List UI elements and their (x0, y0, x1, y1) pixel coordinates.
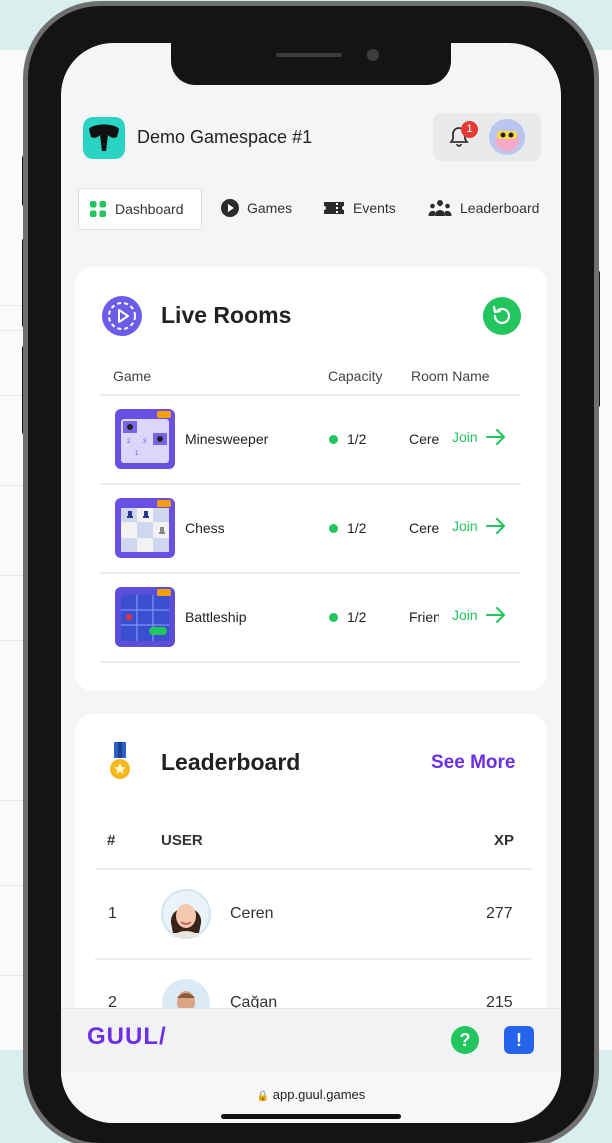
user-avatar[interactable] (489, 119, 525, 155)
lock-icon: 🔒 (256, 1091, 270, 1102)
notification-badge: 1 (461, 121, 478, 138)
row-divider (101, 394, 521, 396)
column-header-game: Game (113, 368, 152, 384)
gamespace-logo (83, 117, 125, 159)
column-header-xp: XP (494, 832, 515, 849)
play-icon (221, 199, 239, 217)
room-name: Frien (409, 609, 439, 625)
row-divider (101, 572, 521, 574)
background-divider (0, 640, 30, 641)
column-header-rank: # (107, 832, 116, 849)
url-label: app.guul.games (272, 1087, 366, 1102)
gamespace-title: Demo Gamespace #1 (137, 127, 313, 147)
leaderboard-card: Leaderboard See More # USER XP 1 Ceren 2… (75, 714, 547, 1044)
status-dot (329, 613, 338, 622)
room-name: Cere (409, 520, 439, 536)
help-icon[interactable]: ? (451, 1026, 479, 1054)
row-divider (95, 958, 531, 960)
capacity-value: 1/2 (347, 431, 367, 447)
join-button[interactable]: Join (452, 429, 506, 445)
browser-url-bar: 🔒 app.guul.games (61, 1072, 561, 1123)
game-name: Battleship (185, 609, 247, 625)
url-text[interactable]: 🔒 app.guul.games (61, 1087, 561, 1102)
rank-value: 1 (108, 905, 117, 922)
refresh-icon[interactable] (483, 297, 521, 335)
header-actions: 1 (433, 113, 541, 161)
leaderboard-title: Leaderboard (161, 749, 301, 775)
game-name: Chess (185, 520, 225, 536)
avatar (161, 889, 211, 939)
tab-label: Leaderboard (460, 200, 540, 216)
background-divider (0, 885, 30, 886)
tab-events[interactable]: Events (323, 188, 396, 228)
live-rooms-title: Live Rooms (161, 302, 292, 328)
capacity-value: 1/2 (347, 609, 367, 625)
battleship-thumbnail (115, 587, 175, 647)
join-label: Join (452, 607, 478, 623)
row-divider (101, 483, 521, 485)
column-header-capacity: Capacity (328, 368, 383, 384)
arrow-right-icon (485, 518, 505, 534)
status-dot (329, 435, 338, 444)
background-divider (0, 800, 30, 801)
arrow-right-icon (485, 607, 505, 623)
phone-frame: Demo Gamespace #1 1 Dashboard Games Even… (28, 6, 594, 1143)
background-divider (0, 575, 30, 576)
grid-icon (90, 201, 106, 217)
background-divider (0, 485, 30, 486)
tab-games[interactable]: Games (221, 188, 292, 228)
join-label: Join (452, 429, 478, 445)
speaker-grille (276, 53, 342, 57)
game-name: Minesweeper (185, 431, 269, 447)
join-button[interactable]: Join (452, 607, 506, 623)
tab-label: Games (247, 200, 293, 216)
feedback-icon[interactable]: ! (504, 1026, 534, 1054)
live-rooms-card: Live Rooms Game Capacity Room Name 231 M… (75, 267, 547, 691)
row-divider (101, 661, 521, 663)
medal-icon (110, 742, 130, 779)
users-icon (428, 200, 452, 216)
nav-tabs: Dashboard Games Events Leaderboard (61, 183, 561, 233)
chess-thumbnail (115, 498, 175, 558)
capacity-value: 1/2 (347, 520, 367, 536)
arrow-right-icon (485, 429, 505, 445)
join-button[interactable]: Join (452, 518, 506, 534)
guul-logo[interactable]: GUUL/ (87, 1023, 167, 1051)
background-divider (0, 330, 30, 331)
see-more-link[interactable]: See More (431, 752, 515, 774)
user-name: Ceren (230, 905, 274, 922)
front-camera (367, 49, 379, 61)
tab-label: Dashboard (115, 201, 184, 217)
column-header-user: USER (161, 832, 203, 849)
status-dot (329, 524, 338, 533)
app-bottom-bar: GUUL/ ? ! (61, 1008, 561, 1073)
tab-label: Events (353, 200, 396, 216)
tab-dashboard[interactable]: Dashboard (78, 188, 202, 230)
app-header: Demo Gamespace #1 1 (61, 103, 561, 173)
xp-value: 277 (486, 905, 513, 922)
room-name: Cere (409, 431, 439, 447)
notch (171, 43, 451, 85)
minesweeper-thumbnail: 231 (115, 409, 175, 469)
ticket-icon (324, 202, 344, 214)
row-divider (95, 868, 531, 870)
live-rooms-icon (102, 296, 142, 336)
background-divider (0, 975, 30, 976)
tab-leaderboard[interactable]: Leaderboard (428, 188, 539, 228)
join-label: Join (452, 518, 478, 534)
home-indicator[interactable] (221, 1114, 401, 1119)
phone-screen: Demo Gamespace #1 1 Dashboard Games Even… (61, 43, 561, 1123)
column-header-room-name: Room Name (411, 368, 490, 384)
